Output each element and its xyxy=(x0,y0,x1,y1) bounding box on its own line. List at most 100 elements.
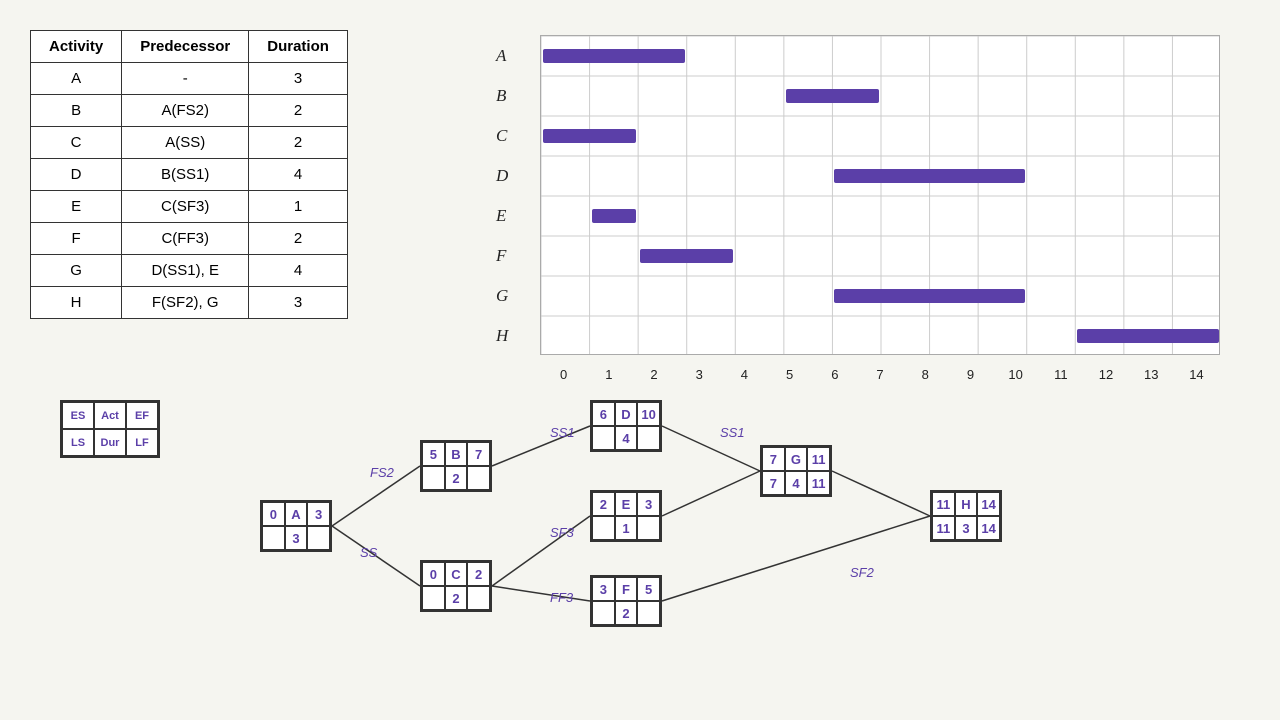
node-H: 11H14 11314 xyxy=(930,490,1002,542)
gantt-x-label: 7 xyxy=(857,367,902,382)
node-cell: 6 xyxy=(592,402,615,426)
node-cell: 3 xyxy=(307,502,330,526)
table-row: FC(FF3)2 xyxy=(31,223,348,255)
gantt-bar xyxy=(786,89,879,103)
col-header-predecessor: Predecessor xyxy=(122,31,249,63)
node-cell: 4 xyxy=(785,471,808,495)
node-cell: 14 xyxy=(977,516,1000,540)
gantt-x-label: 9 xyxy=(948,367,993,382)
node-cell xyxy=(467,586,490,610)
table-cell: D(SS1), E xyxy=(122,255,249,287)
node-cell: 3 xyxy=(637,492,660,516)
node-cell: 2 xyxy=(445,586,468,610)
gantt-x-label: 14 xyxy=(1174,367,1219,382)
gantt-x-label: 1 xyxy=(586,367,631,382)
gantt-row-label: B xyxy=(496,86,506,106)
table-cell: C xyxy=(31,127,122,159)
gantt-row-label: D xyxy=(496,166,508,186)
legend-box: ES Act EF LS Dur LF xyxy=(60,400,160,458)
gantt-row-label: E xyxy=(496,206,506,226)
gantt-row-label: F xyxy=(496,246,506,266)
node-cell xyxy=(467,466,490,490)
gantt-x-label: 10 xyxy=(993,367,1038,382)
node-cell: 11 xyxy=(932,516,955,540)
gantt-bar xyxy=(543,49,685,63)
table-cell: 2 xyxy=(249,127,348,159)
table-row: CA(SS)2 xyxy=(31,127,348,159)
arrow-label: FS2 xyxy=(370,465,394,480)
table-cell: 4 xyxy=(249,255,348,287)
node-cell: 5 xyxy=(637,577,660,601)
activity-table: Activity Predecessor Duration A-3BA(FS2)… xyxy=(30,30,348,319)
gantt-row-label: A xyxy=(496,46,506,66)
arrow-label: SS1 xyxy=(720,425,745,440)
node-F: 3F52 xyxy=(590,575,662,627)
node-E: 2E31 xyxy=(590,490,662,542)
node-cell: 3 xyxy=(592,577,615,601)
table-cell: E xyxy=(31,191,122,223)
arrow-label: FF3 xyxy=(550,590,573,605)
arrow-label: SS1 xyxy=(550,425,575,440)
node-cell: 2 xyxy=(445,466,468,490)
table-cell: B(SS1) xyxy=(122,159,249,191)
gantt-chart: ABCDEFGH01234567891011121314 xyxy=(490,25,1250,385)
gantt-x-labels: 01234567891011121314 xyxy=(541,367,1219,382)
node-cell: 11 xyxy=(807,471,830,495)
node-cell: 0 xyxy=(422,562,445,586)
table-cell: B xyxy=(31,95,122,127)
node-B: 5B72 xyxy=(420,440,492,492)
node-cell xyxy=(592,516,615,540)
gantt-bar xyxy=(1077,329,1219,343)
node-cell: 2 xyxy=(592,492,615,516)
gantt-x-label: 6 xyxy=(812,367,857,382)
node-cell: 3 xyxy=(955,516,978,540)
node-D: 6D104 xyxy=(590,400,662,452)
node-cell xyxy=(637,516,660,540)
gantt-row-label: G xyxy=(496,286,508,306)
node-A: 0A33 xyxy=(260,500,332,552)
table-cell: 2 xyxy=(249,223,348,255)
node-C: 0C22 xyxy=(420,560,492,612)
node-cell: C xyxy=(445,562,468,586)
node-cell: B xyxy=(445,442,468,466)
legend-act: Act xyxy=(94,402,126,429)
col-header-activity: Activity xyxy=(31,31,122,63)
table-cell: D xyxy=(31,159,122,191)
node-cell xyxy=(637,601,660,625)
legend-ef: EF xyxy=(126,402,158,429)
node-cell xyxy=(307,526,330,550)
table-cell: A xyxy=(31,63,122,95)
node-cell xyxy=(422,586,445,610)
node-cell: 7 xyxy=(762,447,785,471)
node-cell: 2 xyxy=(467,562,490,586)
node-cell: 0 xyxy=(262,502,285,526)
gantt-x-label: 12 xyxy=(1083,367,1128,382)
legend-es: ES xyxy=(62,402,94,429)
network-diagram: ES Act EF LS Dur LF 0A335B720C226D1042E3… xyxy=(30,390,1250,710)
arrow-label: SF2 xyxy=(850,565,874,580)
node-cell: H xyxy=(955,492,978,516)
gantt-bar xyxy=(834,169,1024,183)
gantt-bar xyxy=(592,209,637,223)
table-row: BA(FS2)2 xyxy=(31,95,348,127)
table-row: HF(SF2), G3 xyxy=(31,287,348,319)
node-cell: 7 xyxy=(762,471,785,495)
node-cell: 4 xyxy=(615,426,638,450)
legend-lf: LF xyxy=(126,429,158,456)
node-cell: 14 xyxy=(977,492,1000,516)
node-cell: 5 xyxy=(422,442,445,466)
gantt-bar xyxy=(640,249,733,263)
gantt-bar xyxy=(834,289,1024,303)
arrow-label: SF3 xyxy=(550,525,574,540)
legend-dur: Dur xyxy=(94,429,126,456)
table-row: EC(SF3)1 xyxy=(31,191,348,223)
node-cell xyxy=(422,466,445,490)
col-header-duration: Duration xyxy=(249,31,348,63)
table-cell: 2 xyxy=(249,95,348,127)
table-row: A-3 xyxy=(31,63,348,95)
gantt-x-label: 2 xyxy=(631,367,676,382)
node-cell: 11 xyxy=(932,492,955,516)
gantt-x-label: 0 xyxy=(541,367,586,382)
table-cell: - xyxy=(122,63,249,95)
gantt-x-label: 3 xyxy=(677,367,722,382)
